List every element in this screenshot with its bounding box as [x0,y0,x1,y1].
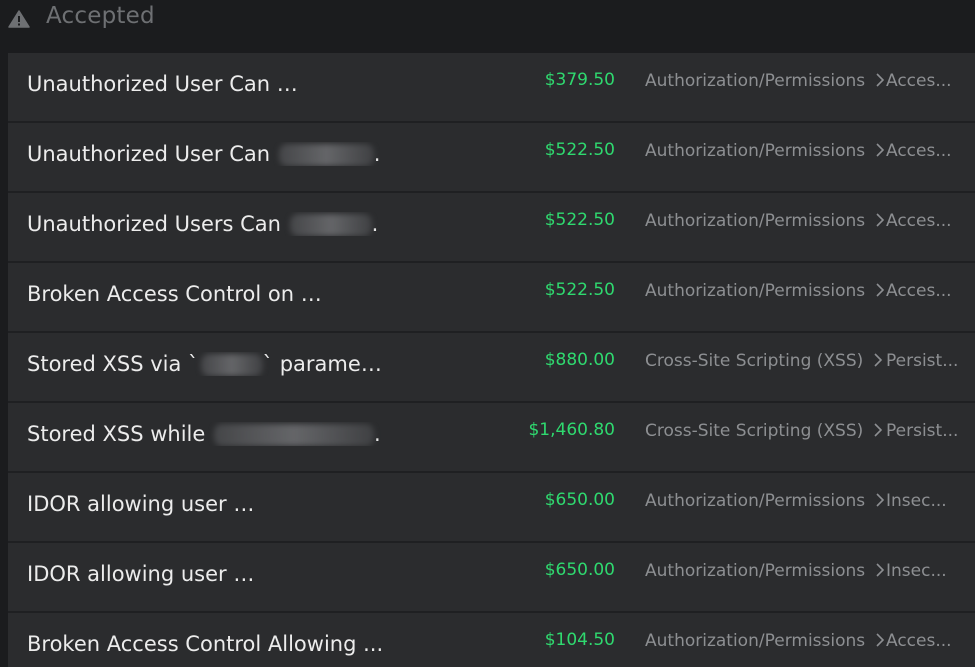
weakness-category-label: Authorization/Permissions [645,631,866,651]
report-title-text: Unauthorized User Can [27,142,277,166]
weakness-category: Authorization/Permissions [645,281,893,301]
report-title[interactable]: Unauthorized User Can . [27,142,380,166]
redacted-text [213,424,374,446]
report-row[interactable]: Stored XSS via ` ` paramet... $880.00 Cross… [8,333,975,403]
bounty-amount: $650.00 [544,560,615,580]
chevron-right-icon [876,283,885,297]
report-title-suffix: . [371,212,379,236]
report-title-text: IDOR allowing user [27,492,234,516]
weakness-category: Cross-Site Scripting (XSS) [645,351,891,371]
weakness-subcategory: Acces... [886,71,952,91]
report-list: Unauthorized User Can . $379.50 Authorizat… [8,53,975,667]
weakness-category-label: Authorization/Permissions [645,71,866,91]
chevron-right-icon [876,213,885,227]
weakness-category: Cross-Site Scripting (XSS) [645,421,891,441]
report-title-text: Broken Access Control Allowing ... [27,632,384,656]
redacted-text [235,494,386,516]
report-title[interactable]: Stored XSS via ` ` paramet... [27,352,387,376]
report-title-text: Unauthorized User Can [27,72,277,96]
bounty-amount: $522.50 [544,210,615,230]
weakness-subcategory: Acces... [886,631,952,651]
bounty-amount: $880.00 [544,350,615,370]
report-row[interactable]: Broken Access Control on . $522.50 Authori… [8,263,975,333]
report-title-suffix: ` paramet... [262,352,387,376]
weakness-category-label: Authorization/Permissions [645,281,866,301]
report-title[interactable]: Broken Access Control on . [27,282,387,306]
redacted-text [289,214,372,236]
report-row[interactable]: Unauthorized Users Can . $522.50 Authoriza… [8,193,975,263]
report-title[interactable]: Unauthorized Users Can . [27,212,378,236]
report-title-suffix: . [380,562,387,586]
weakness-category: Authorization/Permissions [645,71,893,91]
bounty-amount: $522.50 [544,280,615,300]
report-title-suffix: . [373,142,381,166]
weakness-subcategory: Acces... [886,281,952,301]
weakness-category: Authorization/Permissions [645,141,893,161]
weakness-category-label: Authorization/Permissions [645,211,866,231]
report-row[interactable]: Unauthorized User Can . $522.50 Authorizat… [8,123,975,193]
weakness-subcategory: Persist... [886,421,959,441]
report-row[interactable]: IDOR allowing user . $650.00 Authorization… [8,543,975,613]
weakness-category: Authorization/Permissions [645,491,893,511]
report-title[interactable]: IDOR allowing user . [27,492,387,516]
report-title-text: Stored XSS via ` [27,352,199,376]
chevron-right-icon [876,493,885,507]
weakness-category-label: Authorization/Permissions [645,141,866,161]
weakness-subcategory: Acces... [886,211,952,231]
bounty-amount: $104.50 [544,630,615,650]
report-title-text: IDOR allowing user [27,562,234,586]
chevron-right-icon [876,563,885,577]
weakness-subcategory: Acces... [886,141,952,161]
redacted-text [235,564,381,586]
report-title[interactable]: Stored XSS while . [27,422,381,446]
weakness-subcategory: Insec... [886,491,947,511]
chevron-right-icon [874,353,883,367]
chevron-right-icon [876,633,885,647]
weakness-category: Authorization/Permissions [645,631,893,651]
weakness-category-label: Cross-Site Scripting (XSS) [645,351,864,371]
collapse-triangle-icon[interactable] [8,10,30,28]
bounty-amount: $650.00 [544,490,615,510]
accepted-reports-page: Accepted Unauthorized User Can . $379.50 A… [0,0,975,667]
weakness-subcategory: Persist... [886,351,959,371]
bounty-amount: $522.50 [544,140,615,160]
report-title-suffix: . [384,72,387,96]
report-title-text: Broken Access Control on [27,282,301,306]
chevron-right-icon [876,143,885,157]
report-title-suffix: . [373,422,381,446]
chevron-right-icon [876,73,885,87]
weakness-category-label: Cross-Site Scripting (XSS) [645,421,864,441]
weakness-category-label: Authorization/Permissions [645,561,866,581]
bounty-amount: $1,460.80 [528,420,615,440]
weakness-subcategory: Insec... [886,561,947,581]
report-title-text: Stored XSS while [27,422,212,446]
chevron-right-icon [874,423,883,437]
report-row[interactable]: IDOR allowing user . $650.00 Authorization… [8,473,975,543]
report-title-suffix: . [380,282,387,306]
weakness-category: Authorization/Permissions [645,561,893,581]
redacted-text [200,354,263,376]
bounty-amount: $379.50 [544,70,615,90]
section-title: Accepted [46,3,155,29]
report-title[interactable]: Unauthorized User Can . [27,72,387,96]
report-row[interactable]: Stored XSS while . $1,460.80 Cross-Site Sc… [8,403,975,473]
weakness-category: Authorization/Permissions [645,211,893,231]
report-title[interactable]: IDOR allowing user . [27,562,387,586]
redacted-text [278,144,374,166]
report-title-suffix: . [385,492,387,516]
report-row[interactable]: Unauthorized User Can . $379.50 Authorizat… [8,53,975,123]
section-header-accepted[interactable]: Accepted [0,0,975,38]
weakness-category-label: Authorization/Permissions [645,491,866,511]
report-title[interactable]: Broken Access Control Allowing ... [27,632,383,656]
report-row[interactable]: Broken Access Control Allowing ... $104.5… [8,613,975,667]
report-title-text: Unauthorized Users Can [27,212,288,236]
